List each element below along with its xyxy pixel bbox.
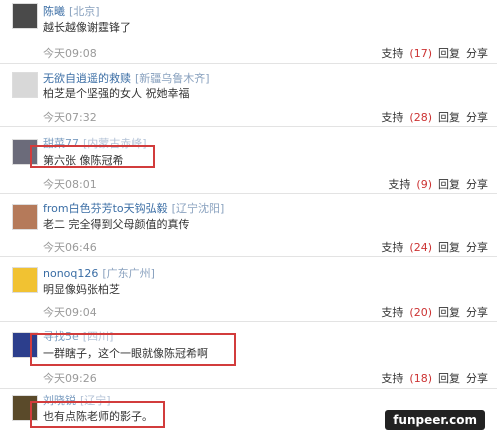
share-button[interactable]: 分享 [466,372,488,385]
share-button[interactable]: 分享 [466,306,488,319]
timestamp: 今天09:26 [43,372,97,385]
timestamp: 今天06:46 [43,241,97,254]
reply-button[interactable]: 回复 [438,306,460,319]
location: [北京] [69,5,100,18]
support-button[interactable]: 支持 (18) [375,372,432,385]
highlight-box [30,145,155,168]
username[interactable]: nonoq126 [43,267,98,280]
support-count: (24) [409,241,432,254]
highlight-box [30,401,165,428]
username[interactable]: 无欲自逍遥的救赎 [43,72,131,85]
share-button[interactable]: 分享 [466,111,488,124]
support-count: (18) [409,372,432,385]
comment-text: 老二 完全得到父母颜值的真传 [43,218,190,231]
location: [广东广州] [102,267,155,280]
support-button[interactable]: 支持 (9) [382,178,432,191]
avatar[interactable] [12,72,38,98]
share-button[interactable]: 分享 [466,47,488,60]
avatar[interactable] [12,3,38,29]
timestamp: 今天08:01 [43,178,97,191]
support-button[interactable]: 支持 (28) [375,111,432,124]
highlight-box [30,333,236,366]
reply-button[interactable]: 回复 [438,47,460,60]
share-button[interactable]: 分享 [466,178,488,191]
comment-item: from白色芬芳to天钩弘毅 [辽宁沈阳] 老二 完全得到父母颜值的真传 今天06… [0,194,497,257]
location: [新疆乌鲁木齐] [135,72,210,85]
support-button[interactable]: 支持 (20) [375,306,432,319]
share-button[interactable]: 分享 [466,241,488,254]
avatar[interactable] [12,204,38,230]
timestamp: 今天09:08 [43,47,97,60]
location: [辽宁沈阳] [171,202,225,215]
username[interactable]: 陈曦 [43,5,65,18]
timestamp: 今天09:04 [43,306,97,319]
reply-button[interactable]: 回复 [438,372,460,385]
watermark-logo: funpeer.com [385,410,485,430]
comment-item: nonoq126 [广东广州] 明显像妈张柏芝 今天09:04 支持 (20) 回复分… [0,257,497,322]
comment-list: 陈曦 [北京] 越长越像谢霆锋了 今天09:08 支持 (17) 回复 分享 无欲自逍遥… [0,0,497,434]
support-count: (9) [416,178,432,191]
support-button[interactable]: 支持 (17) [375,47,432,60]
reply-button[interactable]: 回复 [438,111,460,124]
comment-item: 陈曦 [北京] 越长越像谢霆锋了 今天09:08 支持 (17) 回复 分享 [0,0,497,64]
username[interactable]: from白色芬芳to天钩弘毅 [43,202,168,215]
comment-item: 无欲自逍遥的救赎 [新疆乌鲁木齐] 柏芝是个坚强的女人 祝她幸福 今天07:32 … [0,64,497,127]
reply-button[interactable]: 回复 [438,241,460,254]
support-count: (28) [409,111,432,124]
timestamp: 今天07:32 [43,111,97,124]
comment-text: 柏芝是个坚强的女人 祝她幸福 [43,87,190,100]
support-button[interactable]: 支持 (24) [375,241,432,254]
avatar[interactable] [12,267,38,293]
reply-button[interactable]: 回复 [438,178,460,191]
support-count: (20) [409,306,432,319]
comment-text: 明显像妈张柏芝 [43,283,120,296]
comment-text: 越长越像谢霆锋了 [43,21,131,34]
support-count: (17) [409,47,432,60]
